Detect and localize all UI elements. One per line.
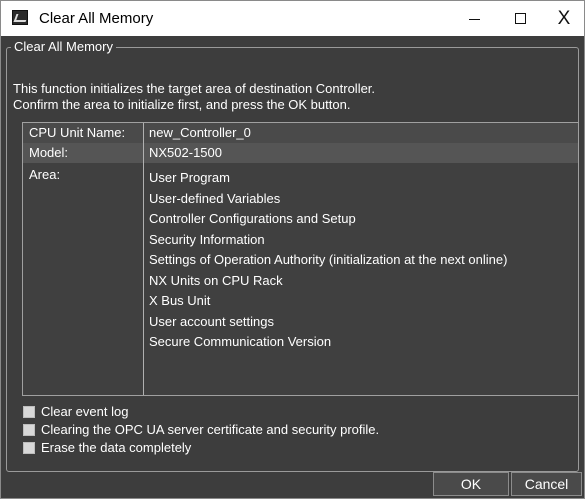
area-list: User Program User-defined Variables Cont… [149,168,507,353]
erase-completely-label: Erase the data completely [41,440,192,455]
cpu-unit-row: CPU Unit Name: new_Controller_0 [23,123,578,143]
clear-opcua-cert-checkbox[interactable] [23,423,35,436]
area-item: X Bus Unit [149,293,211,308]
model-value: NX502-1500 [149,145,222,160]
close-button[interactable]: X [541,1,585,36]
description-line-1: This function initializes the target are… [13,81,376,96]
maximize-button[interactable] [497,1,543,36]
cancel-button[interactable]: Cancel [511,472,582,496]
model-row: Model: NX502-1500 [23,143,578,163]
area-item: Secure Communication Version [149,334,332,349]
cpu-unit-label: CPU Unit Name: [29,125,126,140]
close-icon: X [557,7,571,29]
erase-completely-checkbox[interactable] [23,441,35,454]
title-bar: Clear All Memory X [1,1,584,36]
model-label: Model: [29,145,69,160]
area-item: Security Information [149,231,265,247]
ok-button[interactable]: OK [433,472,509,496]
area-label: Area: [29,167,61,182]
minimize-icon [468,19,480,20]
area-item: User account settings [149,313,275,329]
target-info-box: CPU Unit Name: new_Controller_0 Model: N… [22,122,579,396]
maximize-icon [514,13,526,24]
dialog-content: Clear All Memory This function initializ… [1,36,584,498]
group-title: Clear All Memory [11,39,116,54]
clear-all-memory-dialog: Clear All Memory X Clear All Memory This… [0,0,585,499]
clear-opcua-cert-option[interactable]: Clearing the OPC UA server certificate a… [23,421,379,438]
erase-completely-option[interactable]: Erase the data completely [23,439,191,456]
clear-event-log-label: Clear event log [41,404,129,419]
area-item: Controller Configurations and Setup [149,211,356,226]
cpu-unit-value: new_Controller_0 [149,125,251,140]
clear-opcua-cert-label: Clearing the OPC UA server certificate a… [41,422,380,437]
clear-event-log-checkbox[interactable] [23,405,35,418]
app-icon [12,10,28,25]
minimize-button[interactable] [451,1,497,36]
area-item: Settings of Operation Authority (initial… [149,252,508,267]
area-item: User-defined Variables [149,190,281,206]
area-item: NX Units on CPU Rack [149,272,283,288]
column-divider [143,123,144,395]
description-line-2: Confirm the area to initialize first, an… [13,97,351,112]
clear-event-log-option[interactable]: Clear event log [23,403,128,420]
window-title: Clear All Memory [39,10,154,27]
area-item: User Program [149,170,230,185]
